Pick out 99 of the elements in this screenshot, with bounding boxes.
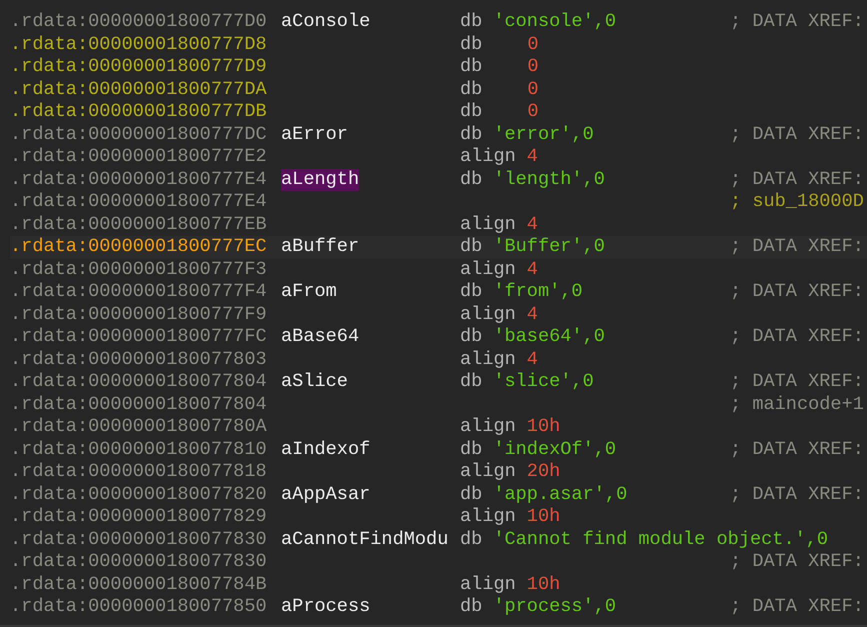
address-text: .rdata:000000018007780A <box>10 416 268 438</box>
mnemonic-text: db <box>460 371 482 394</box>
label-text[interactable]: aAppAsar <box>281 484 370 506</box>
address-text: .rdata:0000000180077804 <box>10 394 268 416</box>
string-literal: 'Buffer',0 <box>493 236 605 258</box>
mnemonic-text: align <box>460 348 516 371</box>
address-text: .rdata:0000000180077820 <box>10 484 268 506</box>
mnemonic-text: align <box>460 461 516 484</box>
number-text: 4 <box>526 348 538 371</box>
address-text: .rdata:0000000180077830 <box>10 528 268 551</box>
comment-text: ; DATA XREF: <box>730 11 865 34</box>
number-text: 0 <box>526 34 538 56</box>
string-literal: 'Cannot find module object.',0 <box>493 528 828 551</box>
address-text: .rdata:0000000180077810 <box>10 438 268 461</box>
label-text[interactable]: aLength <box>281 168 360 191</box>
string-literal: 'process',0 <box>493 596 616 618</box>
mnemonic-text: db <box>460 78 482 101</box>
mnemonic-text: align <box>460 574 516 596</box>
address-text: .rdata:00000001800777F3 <box>10 258 268 281</box>
comment-text: ; DATA XREF: <box>730 484 865 506</box>
mnemonic-text: db <box>460 438 482 461</box>
comment-text: ; DATA XREF: <box>730 281 865 304</box>
address-text: .rdata:00000001800777D9 <box>10 56 268 78</box>
string-literal: 'console',0 <box>493 11 616 34</box>
mnemonic-text: align <box>460 506 516 528</box>
mnemonic-text: db <box>460 101 482 124</box>
mnemonic-text: align <box>460 258 516 281</box>
comment-text: ; DATA XREF: <box>730 551 865 574</box>
mnemonic-text: db <box>460 281 482 304</box>
address-text: .rdata:0000000180077850 <box>10 596 268 618</box>
address-text: .rdata:00000001800777D8 <box>10 34 268 56</box>
mnemonic-text: db <box>460 34 482 56</box>
number-text: 0 <box>526 78 538 101</box>
comment-text: ; DATA XREF: <box>730 596 865 618</box>
address-text: .rdata:0000000180077804 <box>10 371 268 394</box>
address-text: .rdata:00000001800777E2 <box>10 146 268 168</box>
address-text: .rdata:0000000180077818 <box>10 461 268 484</box>
mnemonic-text: align <box>460 214 516 236</box>
string-literal: 'from',0 <box>493 281 583 304</box>
comment-text: ; DATA XREF: <box>730 326 865 348</box>
address-text: .rdata:00000001800777FC <box>10 326 268 348</box>
comment-text: ; DATA XREF: <box>730 371 865 394</box>
comment-text: ; maincode+1 <box>730 394 865 416</box>
address-text: .rdata:0000000180077803 <box>10 348 268 371</box>
label-text[interactable]: aProcess <box>281 596 370 618</box>
string-literal: 'app.asar',0 <box>493 484 628 506</box>
label-text[interactable]: aCannotFindModu <box>281 528 448 551</box>
address-text: .rdata:00000001800777F4 <box>10 281 268 304</box>
mnemonic-text: db <box>460 56 482 78</box>
mnemonic-text: align <box>460 146 516 168</box>
number-text: 20h <box>526 461 560 484</box>
address-text: .rdata:000000018007784B <box>10 574 268 596</box>
number-text: 4 <box>526 214 538 236</box>
label-text[interactable]: aBuffer <box>281 236 360 258</box>
comment-text: ; DATA XREF: <box>730 236 865 258</box>
address-text: .rdata:00000001800777F9 <box>10 304 268 326</box>
number-text: 10h <box>526 416 560 438</box>
label-text[interactable]: aBase64 <box>281 326 360 348</box>
mnemonic-text: db <box>460 326 482 348</box>
string-literal: 'indexOf',0 <box>493 438 616 461</box>
string-literal: 'base64',0 <box>493 326 605 348</box>
number-text: 4 <box>526 258 538 281</box>
comment-text: ; DATA XREF: <box>730 124 865 146</box>
comment-text: ; sub_18000D <box>730 191 865 214</box>
address-text: .rdata:0000000180077830 <box>10 551 268 574</box>
mnemonic-text: align <box>460 416 516 438</box>
number-text: 0 <box>526 56 538 78</box>
mnemonic-text: db <box>460 484 482 506</box>
address-text: .rdata:00000001800777DC <box>10 124 268 146</box>
mnemonic-text: db <box>460 596 482 618</box>
address-text: .rdata:00000001800777E4 <box>10 168 268 191</box>
comment-text: ; DATA XREF: <box>730 168 865 191</box>
string-literal: 'slice',0 <box>493 371 594 394</box>
address-text: .rdata:00000001800777E4 <box>10 191 268 214</box>
mnemonic-text: db <box>460 528 482 551</box>
number-text: 10h <box>526 506 560 528</box>
comment-text: ; DATA XREF: <box>730 438 865 461</box>
mnemonic-text: align <box>460 304 516 326</box>
address-text: .rdata:00000001800777EC <box>10 236 268 258</box>
label-text[interactable]: aSlice <box>281 371 348 394</box>
address-text: .rdata:0000000180077829 <box>10 506 268 528</box>
string-literal: 'error',0 <box>493 124 594 146</box>
mnemonic-text: db <box>460 236 482 258</box>
mnemonic-text: db <box>460 168 482 191</box>
mnemonic-text: db <box>460 11 482 34</box>
label-text[interactable]: aError <box>281 124 348 146</box>
label-text[interactable]: aIndexof <box>281 438 370 461</box>
address-text: .rdata:00000001800777EB <box>10 214 268 236</box>
number-text: 0 <box>526 101 538 124</box>
string-literal: 'length',0 <box>493 168 605 191</box>
label-text[interactable]: aConsole <box>281 11 370 34</box>
address-text: .rdata:00000001800777D0 <box>10 11 268 34</box>
number-text: 4 <box>526 146 538 168</box>
label-text[interactable]: aFrom <box>281 281 337 304</box>
address-text: .rdata:00000001800777DA <box>10 78 268 101</box>
address-text: .rdata:00000001800777DB <box>10 101 268 124</box>
mnemonic-text: db <box>460 124 482 146</box>
number-text: 4 <box>526 304 538 326</box>
number-text: 10h <box>526 574 560 596</box>
